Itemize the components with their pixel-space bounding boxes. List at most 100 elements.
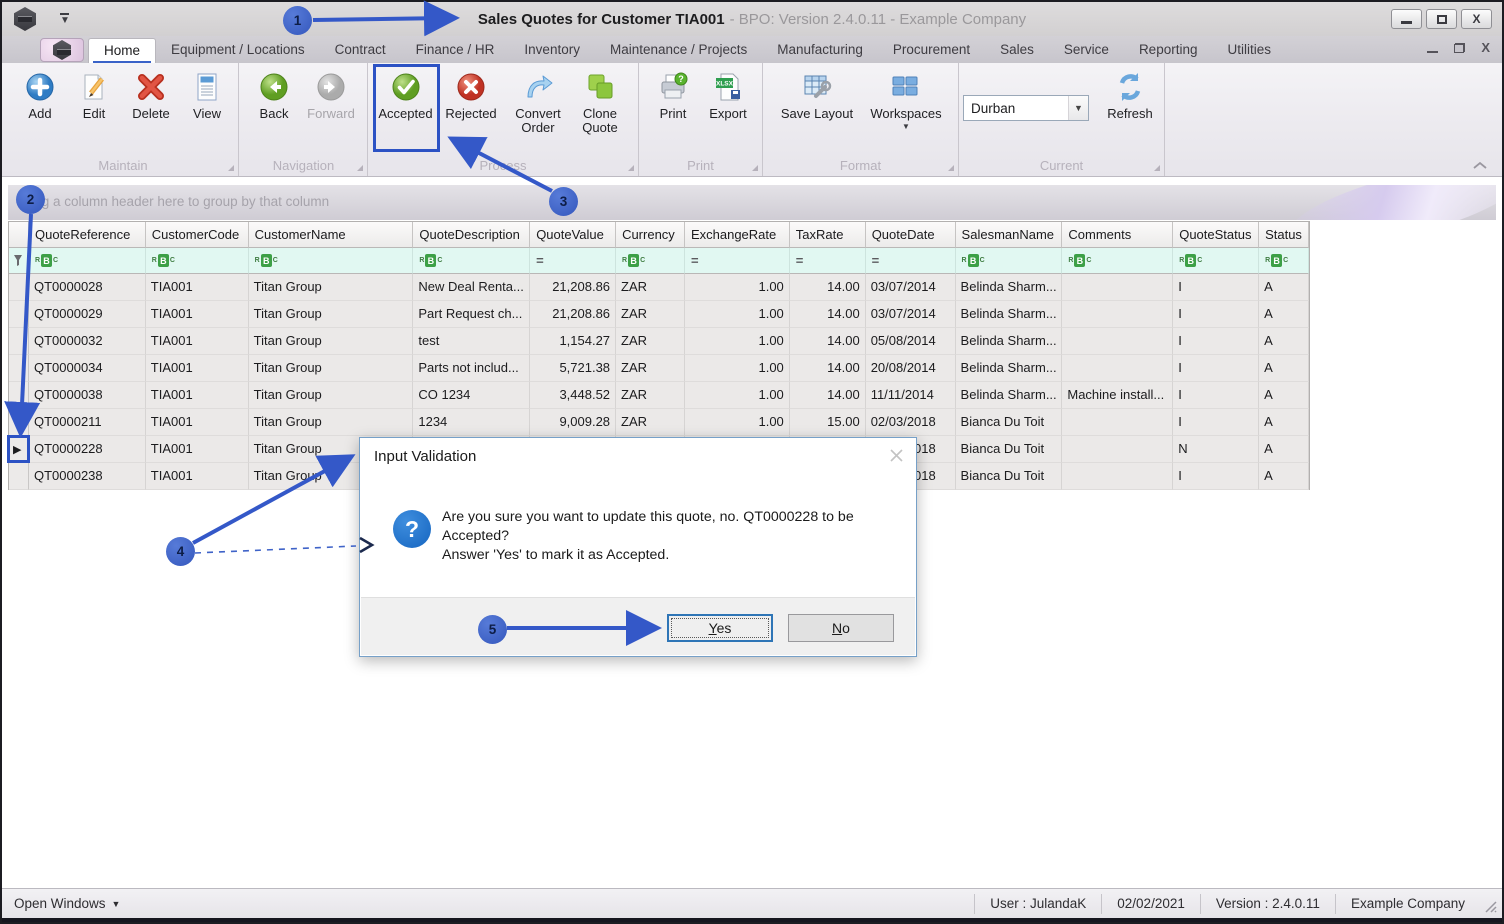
column-header-customername[interactable]: CustomerName <box>248 222 414 248</box>
maximize-button[interactable] <box>1426 9 1457 29</box>
grid-cell[interactable]: 21,208.86 <box>530 301 617 328</box>
grid-cell[interactable]: 3,448.52 <box>530 382 617 409</box>
grid-cell[interactable]: 14.00 <box>789 301 866 328</box>
grid-cell[interactable]: QT0000038 <box>28 382 146 409</box>
grid-cell[interactable] <box>1062 274 1174 301</box>
grid-cell[interactable]: 05/08/2014 <box>865 328 956 355</box>
grid-cell[interactable]: A <box>1259 355 1310 382</box>
column-header-quotedate[interactable]: QuoteDate <box>865 222 956 248</box>
tab-manufacturing[interactable]: Manufacturing <box>762 38 878 63</box>
tab-finance-hr[interactable]: Finance / HR <box>401 38 510 63</box>
tab-equipment-locations[interactable]: Equipment / Locations <box>156 38 320 63</box>
column-header-taxrate[interactable]: TaxRate <box>789 222 866 248</box>
column-header-exchangerate[interactable]: ExchangeRate <box>684 222 790 248</box>
grid-cell[interactable]: QT0000034 <box>28 355 146 382</box>
grid-cell[interactable]: ZAR <box>616 328 685 355</box>
column-header-customercode[interactable]: CustomerCode <box>145 222 249 248</box>
row-indicator[interactable] <box>9 328 29 355</box>
group-launcher-icon[interactable] <box>628 165 634 171</box>
grid-cell[interactable]: Bianca Du Toit <box>955 463 1063 490</box>
grid-cell[interactable]: A <box>1259 382 1310 409</box>
grid-cell[interactable]: A <box>1259 436 1310 463</box>
column-header-currency[interactable]: Currency <box>616 222 685 248</box>
grid-cell[interactable]: I <box>1173 409 1260 436</box>
table-row[interactable]: QT0000211 TIA001 Titan Group 1234 9,009.28 ZA… <box>9 409 1310 436</box>
grid-cell[interactable]: Belinda Sharm... <box>955 382 1063 409</box>
application-menu-button[interactable] <box>40 38 84 62</box>
filter-cell-customername[interactable]: RBC <box>248 248 414 274</box>
grid-cell[interactable]: TIA001 <box>145 355 249 382</box>
grid-cell[interactable]: 20/08/2014 <box>865 355 956 382</box>
grid-cell[interactable]: N <box>1173 436 1260 463</box>
grid-cell[interactable]: Titan Group <box>248 328 414 355</box>
mdi-restore-button[interactable] <box>1454 42 1466 53</box>
grid-cell[interactable]: TIA001 <box>145 436 249 463</box>
mdi-minimize-button[interactable] <box>1427 50 1439 53</box>
filter-cell-quotevalue[interactable]: = <box>530 248 617 274</box>
grid-cell[interactable]: Machine install... <box>1062 382 1174 409</box>
grid-cell[interactable]: QT0000238 <box>28 463 146 490</box>
grid-cell[interactable]: Parts not includ... <box>413 355 531 382</box>
grid-cell[interactable]: Bianca Du Toit <box>955 436 1063 463</box>
mdi-close-button[interactable]: X <box>1481 41 1490 54</box>
grid-cell[interactable]: 02/03/2018 <box>865 409 956 436</box>
column-header-status[interactable]: Status <box>1259 222 1309 248</box>
dialog-close-icon[interactable] <box>889 448 904 463</box>
table-row[interactable]: QT0000028 TIA001 Titan Group New Deal Renta… <box>9 274 1310 301</box>
group-launcher-icon[interactable] <box>228 165 234 171</box>
grid-cell[interactable]: Titan Group <box>248 355 414 382</box>
grid-cell[interactable]: 11/11/2014 <box>865 382 956 409</box>
tab-service[interactable]: Service <box>1049 38 1124 63</box>
tab-contract[interactable]: Contract <box>320 38 401 63</box>
table-row[interactable]: QT0000029 TIA001 Titan Group Part Request c… <box>9 301 1310 328</box>
row-indicator[interactable] <box>9 301 29 328</box>
grid-cell[interactable]: 15.00 <box>789 409 866 436</box>
grid-cell[interactable]: test <box>413 328 531 355</box>
filter-cell-exchangerate[interactable]: = <box>684 248 790 274</box>
grid-cell[interactable]: ZAR <box>616 409 685 436</box>
grid-cell[interactable]: I <box>1173 301 1260 328</box>
grid-cell[interactable]: Part Request ch... <box>413 301 531 328</box>
grid-cell[interactable]: I <box>1173 463 1260 490</box>
grid-cell[interactable]: QT0000228 <box>28 436 146 463</box>
table-row[interactable]: QT0000038 TIA001 Titan Group CO 1234 3,448.5… <box>9 382 1310 409</box>
grid-cell[interactable]: A <box>1259 301 1310 328</box>
filter-cell-currency[interactable]: RBC <box>616 248 685 274</box>
row-indicator[interactable] <box>9 409 29 436</box>
grid-cell[interactable]: 21,208.86 <box>530 274 617 301</box>
open-windows-button[interactable]: Open Windows ▼ <box>14 896 120 911</box>
grid-cell[interactable]: TIA001 <box>145 382 249 409</box>
filter-cell-salesmanname[interactable]: RBC <box>955 248 1063 274</box>
grid-cell[interactable]: I <box>1173 274 1260 301</box>
grid-cell[interactable]: Belinda Sharm... <box>955 274 1063 301</box>
group-launcher-icon[interactable] <box>948 165 954 171</box>
table-row[interactable]: QT0000032 TIA001 Titan Group test 1,154.27 ZA… <box>9 328 1310 355</box>
grid-cell[interactable]: QT0000032 <box>28 328 146 355</box>
branch-select-caret-icon[interactable]: ▼ <box>1068 96 1088 120</box>
grid-cell[interactable]: I <box>1173 382 1260 409</box>
tab-home[interactable]: Home <box>88 38 157 64</box>
filter-edit-icon[interactable] <box>9 248 29 274</box>
grid-cell[interactable] <box>1062 355 1174 382</box>
grid-cell[interactable]: 1,154.27 <box>530 328 617 355</box>
column-header-salesmanname[interactable]: SalesmanName <box>955 222 1063 248</box>
grid-cell[interactable]: 03/07/2014 <box>865 274 956 301</box>
grid-cell[interactable]: 1.00 <box>684 301 790 328</box>
column-header-quotevalue[interactable]: QuoteValue <box>530 222 617 248</box>
grid-cell[interactable]: Titan Group <box>248 274 414 301</box>
filter-cell-taxrate[interactable]: = <box>789 248 866 274</box>
grid-cell[interactable]: 03/07/2014 <box>865 301 956 328</box>
grid-cell[interactable] <box>1062 436 1174 463</box>
minimize-button[interactable] <box>1391 9 1422 29</box>
row-indicator[interactable] <box>9 382 29 409</box>
group-launcher-icon[interactable] <box>752 165 758 171</box>
row-indicator[interactable] <box>9 463 29 490</box>
grid-cell[interactable]: 14.00 <box>789 382 866 409</box>
grid-cell[interactable]: 1.00 <box>684 355 790 382</box>
column-header-quotestatus[interactable]: QuoteStatus <box>1173 222 1260 248</box>
group-launcher-icon[interactable] <box>1154 165 1160 171</box>
grid-cell[interactable]: 14.00 <box>789 328 866 355</box>
grid-cell[interactable]: ZAR <box>616 355 685 382</box>
grid-cell[interactable]: 1.00 <box>684 274 790 301</box>
grid-cell[interactable]: 5,721.38 <box>530 355 617 382</box>
